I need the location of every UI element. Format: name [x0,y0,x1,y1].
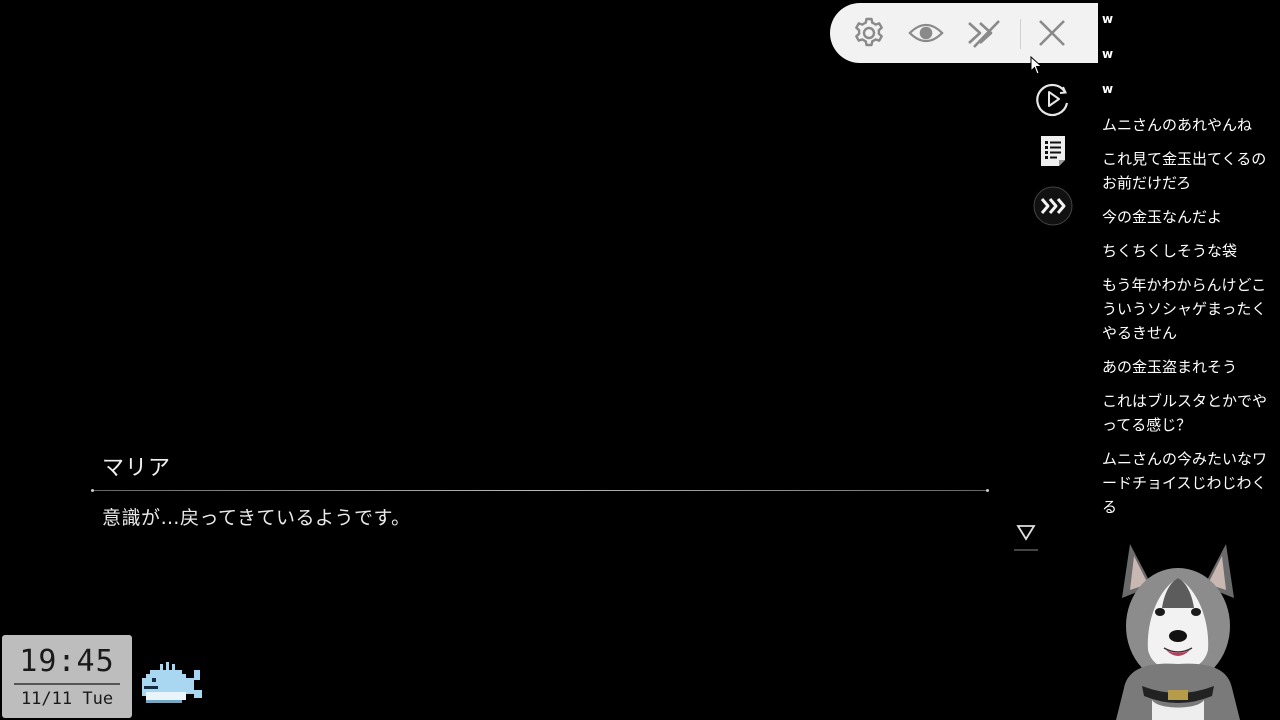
clock-time: 19:45 [19,644,115,679]
comment-item: w [1102,82,1114,96]
speaker-name: マリア [102,456,172,481]
husky-avatar [1116,544,1240,720]
clock-date: 11/11 Tue [20,689,114,709]
skip-forward-icon [968,20,1000,48]
comment-item: ムニさんのあれやんね [1102,116,1253,134]
backlog-icon [1041,136,1065,166]
fast-forward-button[interactable] [1033,186,1073,226]
comment-item: w [1102,47,1114,61]
stream-frame: マリア 意識が…戻ってきているようです。 w w w ムニさんのあれやんね これ… [0,0,1280,720]
comment-item: ちくちくしそうな袋 [1102,242,1238,260]
comment-item: w [1102,12,1114,26]
skip-button[interactable] [966,15,1002,51]
dialogue-text: 意識が…戻ってきているようです。 [102,507,411,529]
auto-play-button[interactable] [1033,79,1073,119]
dialog-divider [91,489,989,492]
game-screen[interactable]: マリア 意識が…戻ってきているようです。 [0,0,1098,620]
comment-item: もう年かわからんけどこういうソシャゲまったくやるきせん [1102,276,1267,342]
top-menu-bar [830,3,1098,63]
comment-item: ムニさんの今みたいなワードチョイスじわじわくる [1102,450,1268,516]
comment-item: 今の金玉なんだよ [1102,208,1223,226]
play-circle-icon [1036,83,1069,117]
close-menu-button[interactable] [1034,15,1070,51]
backlog-button[interactable] [1033,131,1073,171]
comment-item: あの金玉盗まれそう [1102,358,1238,376]
hide-window-button[interactable] [908,15,944,51]
mouse-cursor-icon [1030,56,1043,75]
eye-icon [908,23,944,43]
settings-button[interactable] [851,15,887,51]
comment-item: これ見て金玉出てくるのお前だけだろ [1102,150,1267,192]
gear-icon [855,17,883,47]
clock-divider [14,683,120,685]
close-icon [1039,20,1065,46]
fast-forward-icon [1033,186,1073,226]
whale-mascot-icon [142,662,202,703]
next-arrow-icon[interactable] [1014,522,1038,552]
clock-widget: 19:45 11/11 Tue [2,635,132,718]
comment-feed: w w w ムニさんのあれやんね これ見て金玉出てくるのお前だけだろ 今の金玉な… [1102,8,1280,529]
comment-item: これはブルスタとかでやってる感じ？ [1102,392,1268,434]
menu-divider [1020,19,1021,49]
